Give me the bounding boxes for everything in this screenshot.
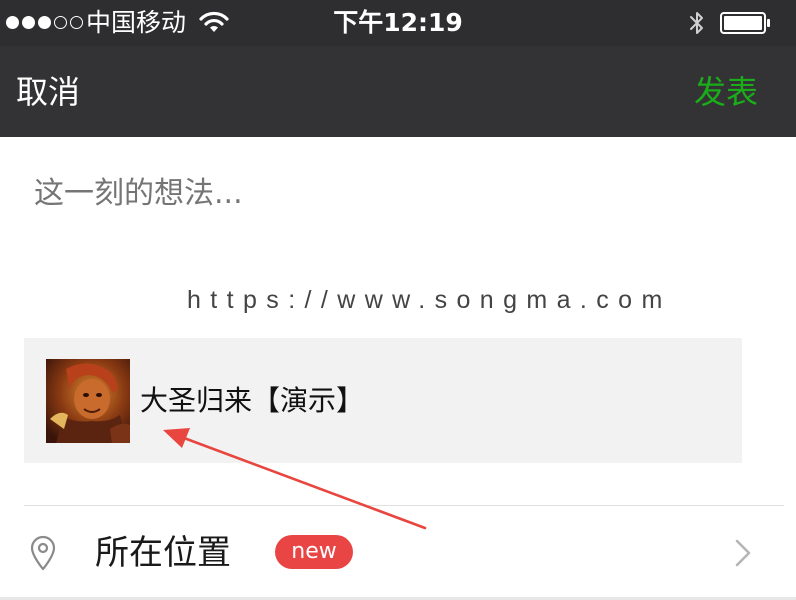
battery-icon: [720, 12, 770, 34]
cancel-button[interactable]: 取消: [16, 72, 80, 112]
location-label: 所在位置: [95, 533, 231, 573]
status-bar: 中国移动 下午12:19: [0, 0, 796, 46]
new-badge: new: [275, 535, 353, 569]
shared-link-title: 大圣归来【演示】: [140, 384, 365, 417]
navigation-bar: 取消 发表: [0, 46, 796, 137]
moments-compose-screen: 中国移动 下午12:19 取消 发表 https://www.songma.co…: [0, 0, 796, 600]
status-time: 下午12:19: [333, 8, 463, 37]
location-pin-icon: [30, 535, 56, 571]
chevron-right-icon: [735, 539, 751, 567]
post-button[interactable]: 发表: [694, 72, 758, 112]
watermark-text: https://www.songma.com: [187, 286, 672, 314]
monkey-king-thumbnail: [46, 359, 130, 443]
bluetooth-icon: [690, 12, 703, 34]
location-row[interactable]: 所在位置 new: [0, 506, 796, 597]
thoughts-input[interactable]: [34, 174, 754, 214]
shared-link-card[interactable]: 大圣归来【演示】: [24, 338, 742, 463]
